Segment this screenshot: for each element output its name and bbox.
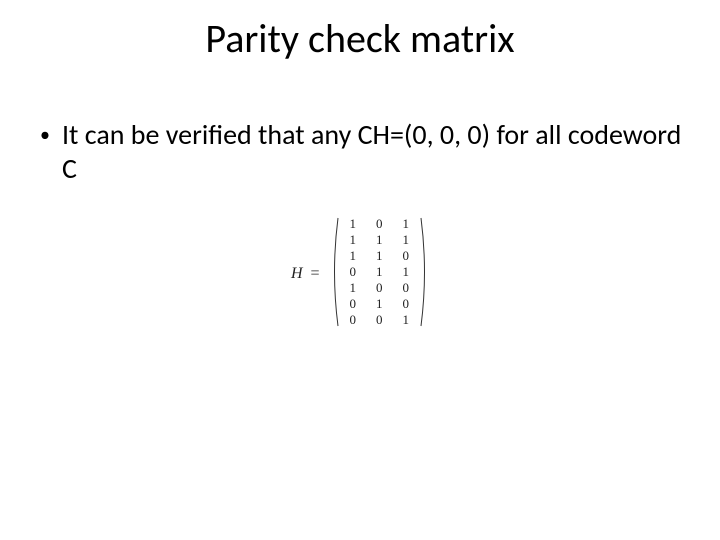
right-paren-icon [419, 216, 429, 328]
bullet-item: • It can be verified that any CH=(0, 0, … [36, 118, 684, 186]
slide-title: Parity check matrix [0, 14, 720, 63]
matrix-cell: 0 [366, 312, 393, 328]
matrix-cell: 0 [340, 264, 367, 280]
matrix-grid: 1 0 1 1 1 1 1 1 0 0 1 1 [340, 216, 420, 328]
bullet-marker: • [36, 118, 50, 152]
matrix-cell: 0 [340, 296, 367, 312]
matrix-cell: 0 [393, 248, 420, 264]
matrix-cell: 1 [366, 248, 393, 264]
matrix-symbol: H [291, 265, 303, 283]
matrix-row: 0 1 0 [340, 296, 420, 312]
matrix-cell: 1 [340, 232, 367, 248]
matrix-cell: 1 [393, 264, 420, 280]
matrix-body: 1 0 1 1 1 1 1 1 0 0 1 1 [330, 216, 430, 328]
matrix-row: 1 0 1 [340, 216, 420, 232]
matrix-row: 1 1 0 [340, 248, 420, 264]
equals-sign: = [311, 265, 320, 283]
matrix-cell: 1 [366, 232, 393, 248]
matrix-row: 0 0 1 [340, 312, 420, 328]
matrix-cell: 1 [366, 296, 393, 312]
matrix-cell: 1 [340, 216, 367, 232]
matrix-cell: 0 [393, 280, 420, 296]
matrix-equation: H = 1 0 1 1 1 1 1 [0, 216, 720, 328]
matrix-cell: 0 [366, 216, 393, 232]
matrix-cell: 0 [340, 312, 367, 328]
matrix-cell: 1 [366, 264, 393, 280]
matrix-cell: 0 [393, 296, 420, 312]
matrix-cell: 1 [340, 248, 367, 264]
slide: Parity check matrix • It can be verified… [0, 0, 720, 540]
matrix-cell: 1 [393, 232, 420, 248]
left-paren-icon [330, 216, 340, 328]
matrix-cell: 1 [340, 280, 367, 296]
matrix-cell: 1 [393, 216, 420, 232]
matrix-row: 1 0 0 [340, 280, 420, 296]
matrix-row: 1 1 1 [340, 232, 420, 248]
bullet-text: It can be verified that any CH=(0, 0, 0)… [62, 118, 684, 186]
matrix-cell: 1 [393, 312, 420, 328]
slide-body: • It can be verified that any CH=(0, 0, … [36, 118, 684, 186]
matrix-row: 0 1 1 [340, 264, 420, 280]
matrix-cell: 0 [366, 280, 393, 296]
